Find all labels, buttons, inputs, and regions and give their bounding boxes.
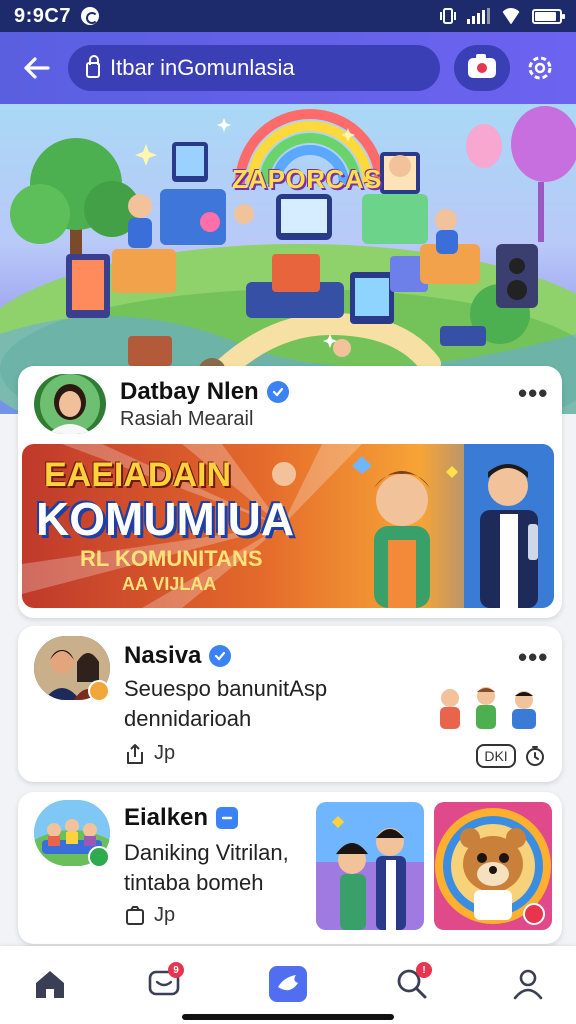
signal-icon <box>467 8 490 24</box>
banner-title-top: EAEIADAIN <box>44 456 232 494</box>
post-image-art <box>316 802 424 930</box>
author-name: Datbay Nlen <box>120 378 259 405</box>
post-thumbnail[interactable] <box>430 684 550 736</box>
timer-icon[interactable] <box>524 745 546 767</box>
status-icons <box>439 8 565 24</box>
verified-badge-icon <box>216 807 239 829</box>
avatar[interactable] <box>34 374 106 434</box>
top-app-bar: Itbar inGomunlasia <box>0 32 576 104</box>
more-options-button[interactable]: ••• <box>518 644 548 670</box>
post-author[interactable]: Datbay Nlen <box>120 378 289 406</box>
action-label[interactable]: Jp <box>154 742 175 765</box>
back-button[interactable] <box>16 48 56 88</box>
settings-button[interactable] <box>520 48 560 88</box>
avatar-image <box>40 374 100 434</box>
hero-title: ZAPORCAS <box>232 164 382 194</box>
post-actions: Jp <box>124 742 175 765</box>
nav-search[interactable]: ! <box>388 960 436 1008</box>
post-text-line-1: Daniking Vitrilan, <box>124 840 289 865</box>
camera-button[interactable] <box>454 45 510 91</box>
nav-app[interactable] <box>264 960 312 1008</box>
home-icon <box>36 971 64 998</box>
bottom-navigation: 9 ! <box>0 946 576 1024</box>
verified-badge-icon <box>209 645 232 667</box>
author-name: Eialken <box>124 804 209 831</box>
lock-icon <box>86 55 100 78</box>
chat-badge: 9 <box>168 962 184 978</box>
home-indicator[interactable] <box>182 1014 394 1020</box>
post-text: Daniking Vitrilan, tintaba bomeh <box>124 838 289 898</box>
share-icon[interactable] <box>124 743 146 765</box>
post-image-1[interactable] <box>316 802 424 930</box>
app-icon <box>269 966 307 1002</box>
action-label[interactable]: Jp <box>154 904 175 927</box>
address-bar[interactable]: Itbar inGomunlasia <box>68 45 440 91</box>
camera-icon <box>468 54 496 78</box>
wifi-icon <box>500 8 522 24</box>
post-text-line-1: Seuespo banunitAsp <box>124 676 328 701</box>
author-name: Nasiva <box>124 642 202 669</box>
search-badge: ! <box>416 962 432 978</box>
status-bar: 9:9C7 <box>0 0 576 32</box>
arrow-left-icon <box>24 57 50 79</box>
post-author[interactable]: Eialken <box>124 804 239 832</box>
address-text: Itbar inGomunlasia <box>110 55 295 80</box>
banner-line-1: RL KOMUNITANS <box>80 546 263 571</box>
post-text-line-2: tintaba bomeh <box>124 870 264 895</box>
nav-profile[interactable] <box>504 960 552 1008</box>
vibrate-icon <box>440 8 456 24</box>
nav-chat[interactable]: 9 <box>140 960 188 1008</box>
gear-icon <box>528 56 552 80</box>
post-image-art <box>434 802 552 930</box>
notification-icon <box>80 7 99 25</box>
media-chip[interactable]: DKI <box>476 744 516 768</box>
avatar-status-icon <box>88 680 110 702</box>
post-banner[interactable]: EAEIADAIN KOMUMIUA RL KOMUNITANS AA VIJL… <box>22 444 554 608</box>
post-image-2[interactable] <box>434 802 552 930</box>
post-text: Seuespo banunitAsp dennidarioah <box>124 674 327 734</box>
post-subtitle: Rasiah Mearail <box>120 408 254 430</box>
nav-home[interactable] <box>26 960 74 1008</box>
more-options-button[interactable]: ••• <box>518 380 548 406</box>
profile-icon <box>513 969 543 1000</box>
status-time: 9:9C7 <box>14 4 71 27</box>
post-actions: Jp <box>124 904 175 927</box>
media-chip-label: DKI <box>484 748 508 764</box>
post-author[interactable]: Nasiva <box>124 642 232 670</box>
banner-title-main: KOMUMIUA <box>36 493 295 545</box>
banner-line-2: AA VIJLAA <box>122 574 217 594</box>
verified-badge-icon <box>266 381 289 403</box>
avatar-status-icon <box>88 846 110 868</box>
photo-icon[interactable] <box>124 905 146 927</box>
battery-icon <box>532 8 565 24</box>
post-text-line-2: dennidarioah <box>124 706 252 731</box>
